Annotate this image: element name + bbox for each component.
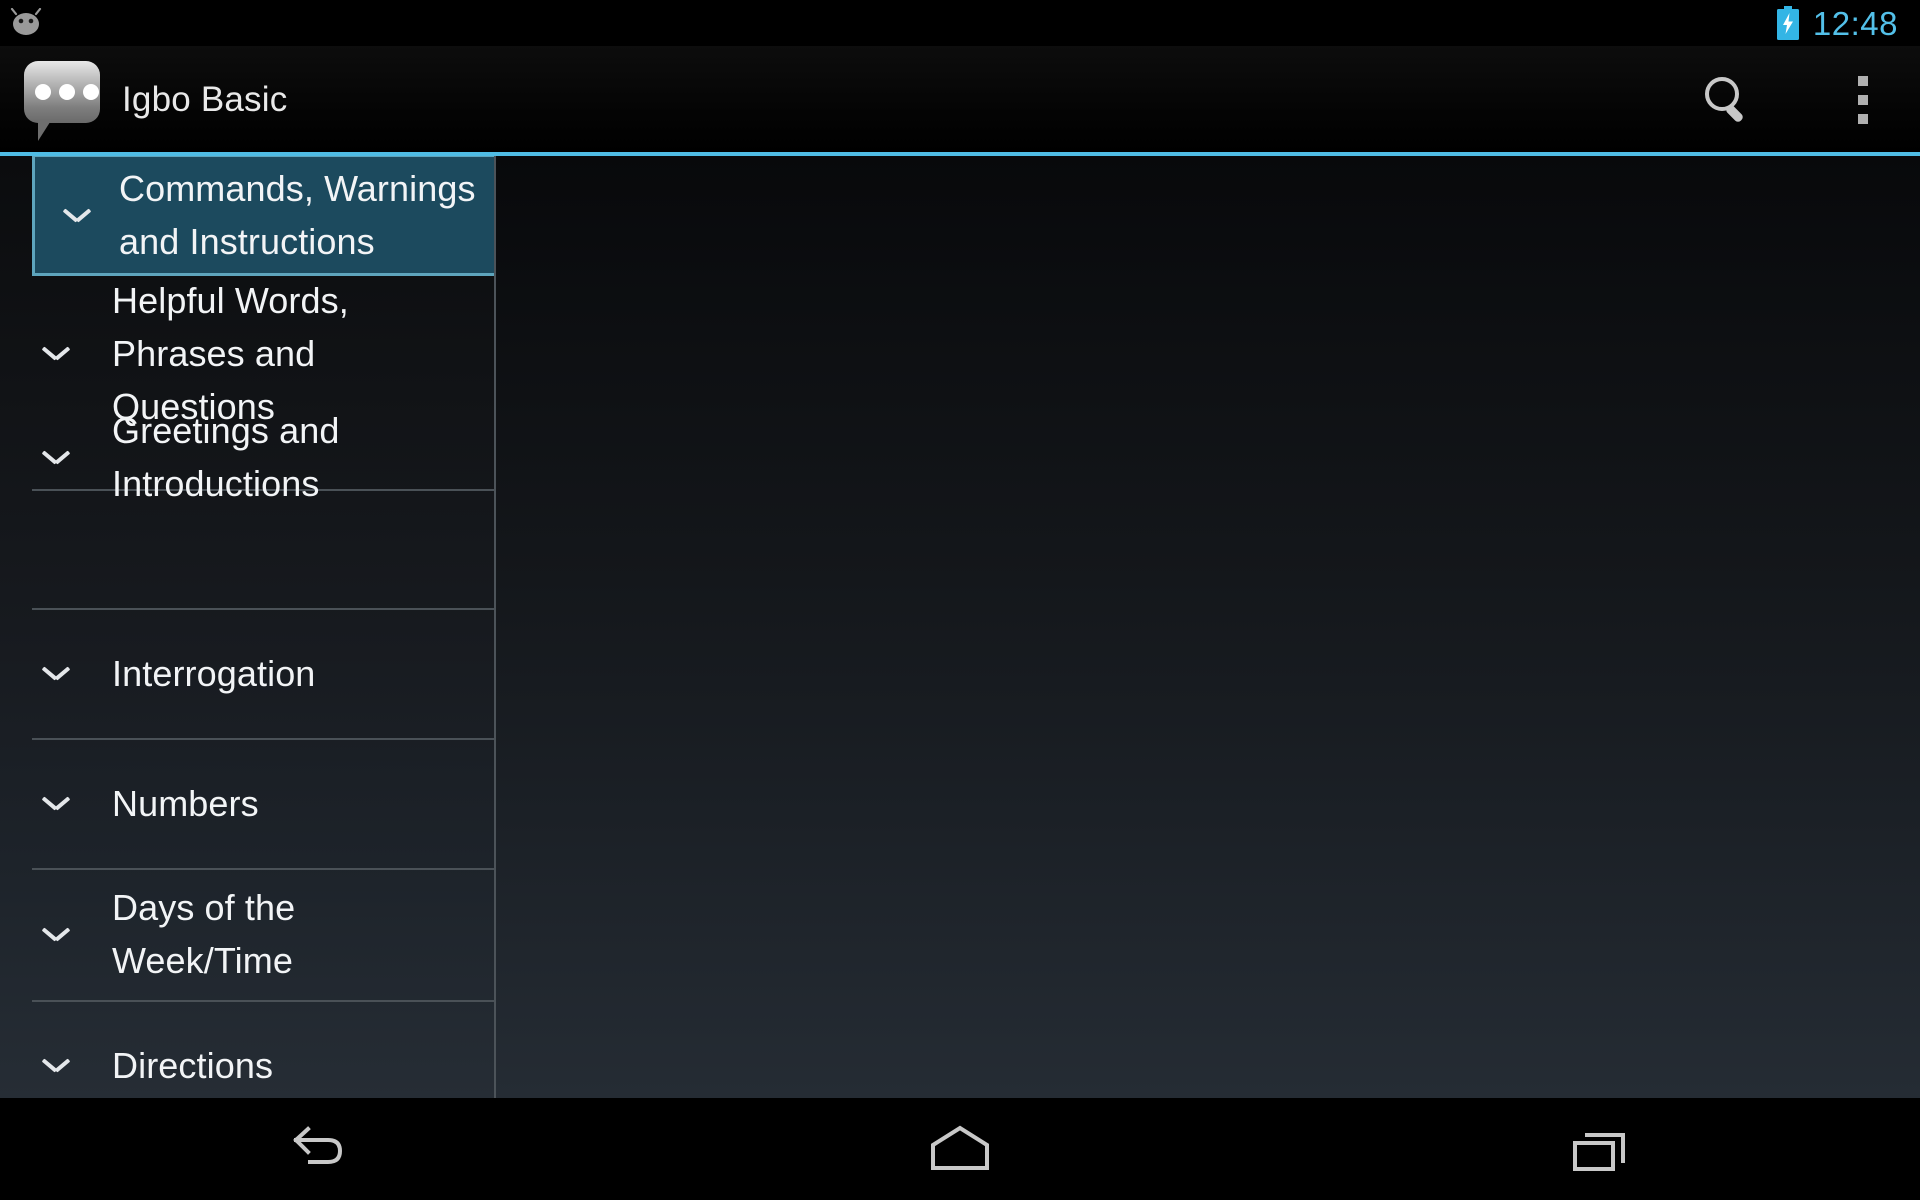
status-bar-left: [8, 7, 48, 38]
detail-pane: [498, 156, 1920, 1098]
android-bean-icon: [8, 7, 48, 38]
chevron-down-icon[interactable]: [0, 450, 112, 464]
chevron-down-icon[interactable]: [0, 666, 112, 680]
list-item[interactable]: Interrogation: [0, 608, 494, 738]
status-bar: 12:48: [0, 0, 1920, 46]
status-bar-right: 12:48: [1775, 6, 1898, 40]
list-item-label: Numbers: [112, 782, 259, 824]
list-item[interactable]: Directions: [0, 1000, 494, 1098]
list-item-label: Greetings and Introductions: [112, 410, 340, 504]
category-list-panel[interactable]: Helpful Words, Phrases and Questions Gre…: [0, 156, 496, 1098]
chevron-down-icon[interactable]: [0, 927, 112, 941]
action-bar-right: [1692, 65, 1886, 135]
chevron-down-icon[interactable]: [35, 208, 119, 222]
list-item[interactable]: Days of the Week/Time: [0, 868, 494, 1000]
content-area: Helpful Words, Phrases and Questions Gre…: [0, 156, 1920, 1098]
search-icon[interactable]: [1692, 65, 1762, 135]
list-item[interactable]: Numbers: [0, 738, 494, 868]
page-title: Igbo Basic: [122, 80, 288, 119]
speech-bubble-icon: [24, 61, 100, 141]
navigation-bar: [0, 1098, 1920, 1200]
recents-icon[interactable]: [1280, 1098, 1920, 1200]
list-item-label: Directions: [112, 1044, 274, 1086]
list-item-selected[interactable]: Commands, Warnings and Instructions: [32, 156, 494, 276]
home-icon[interactable]: [640, 1098, 1280, 1200]
chevron-down-icon[interactable]: [0, 346, 112, 360]
status-bar-clock: 12:48: [1812, 4, 1898, 42]
android-screen: 12:48 Igbo Basic Helpful Words, Phrases …: [0, 0, 1920, 1200]
list-item-label: Interrogation: [112, 652, 316, 694]
battery-charging-icon: [1775, 6, 1801, 40]
action-bar: Igbo Basic: [0, 46, 1920, 154]
list-item-label: Days of the Week/Time: [112, 887, 296, 981]
list-item-label: Commands, Warnings and Instructions: [119, 168, 476, 262]
back-icon[interactable]: [0, 1098, 640, 1200]
chevron-down-icon[interactable]: [0, 796, 112, 810]
action-bar-left: Igbo Basic: [24, 61, 288, 141]
overflow-menu-icon[interactable]: [1840, 65, 1886, 135]
chevron-down-icon[interactable]: [0, 1058, 112, 1072]
list-item[interactable]: Greetings and Introductions: [0, 394, 494, 520]
